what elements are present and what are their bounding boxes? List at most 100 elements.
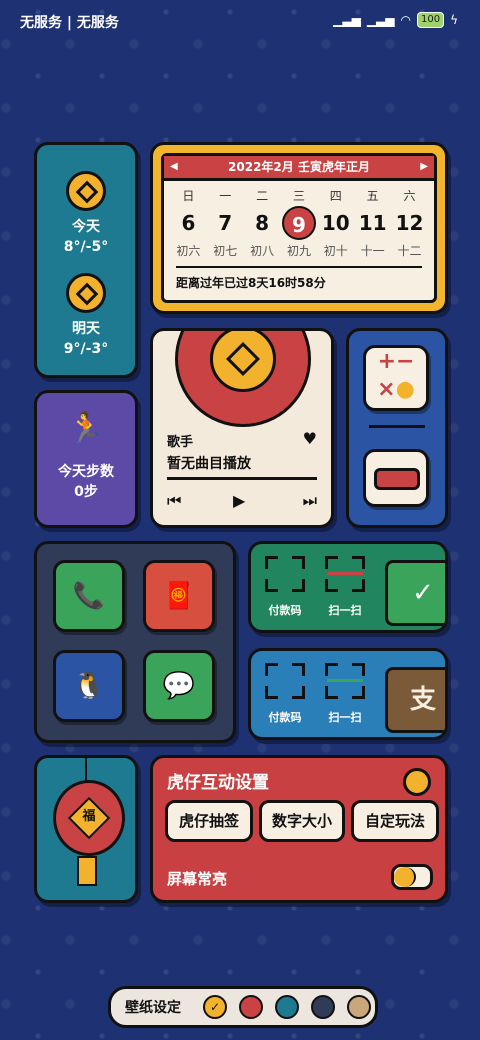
weekday-label: 六 — [403, 189, 416, 203]
lantern-icon: 福 — [53, 780, 125, 856]
color-swatches: ✓ — [203, 995, 371, 1019]
calculator-icon[interactable]: +− ×● — [363, 345, 429, 411]
color-swatch[interactable] — [311, 995, 335, 1019]
calendar-day-column[interactable]: 三 9 初九 — [281, 187, 317, 259]
coin-icon — [210, 331, 276, 392]
steps-widget[interactable]: 🏃 今天步数 0步 — [34, 390, 138, 528]
messages-app-icon[interactable]: 💬 — [143, 650, 215, 722]
day-number: 11 — [358, 211, 387, 235]
today-temp: 8°/-5° — [63, 239, 109, 255]
artist-name: 歌手 — [167, 435, 194, 450]
screen-on-label: 屏幕常亮 — [167, 870, 228, 888]
day-number: 8 — [255, 211, 270, 235]
next-month-icon[interactable]: ▶ — [420, 156, 428, 178]
charging-icon: ϟ — [450, 13, 458, 27]
weather-widget[interactable]: 今天 8°/-5° 明天 9°/-3° — [34, 142, 138, 378]
day-number: 6 — [181, 211, 196, 235]
calendar-day-column[interactable]: 六 12 十二 — [391, 187, 427, 259]
lunar-date: 初九 — [286, 244, 311, 258]
wallpaper-selector: 壁纸设定 ✓ — [108, 986, 378, 1028]
next-track-icon[interactable]: ⏭ — [303, 491, 317, 511]
screen-on-toggle[interactable] — [391, 864, 433, 890]
calendar-day-column[interactable]: 二 8 初八 — [244, 187, 280, 259]
tiger-settings-title: 虎仔互动设置 — [167, 773, 269, 793]
steps-value: 0步 — [74, 484, 98, 500]
custom-play-button[interactable]: 自定玩法 — [351, 800, 439, 842]
lunar-date: 初六 — [176, 244, 201, 258]
qq-app-icon[interactable]: 🐧 — [53, 650, 125, 722]
settings-icon[interactable] — [403, 768, 431, 796]
battery-icon: 100 — [416, 12, 445, 28]
new-year-countdown: 距离过年已过8天16时58分 — [176, 266, 422, 291]
pay-code-icon[interactable] — [265, 556, 305, 592]
tassel — [77, 856, 97, 886]
selected-swatch-checkmark[interactable]: ✓ — [203, 995, 227, 1019]
weekday-label: 三 — [292, 189, 305, 203]
lunar-date: 初八 — [250, 244, 275, 258]
tiger-draw-button[interactable]: 虎仔抽签 — [165, 800, 253, 842]
red-envelope-app-icon[interactable]: 🧧 — [143, 560, 215, 632]
pay-code-label: 付款码 — [268, 711, 302, 724]
steps-label: 今天步数 — [58, 464, 114, 480]
status-bar: 无服务 | 无服务 ▁▃▅ ▁▃▅ ◠ 100 ϟ — [0, 0, 480, 40]
wifi-icon: ◠ — [400, 13, 411, 27]
calendar-day-column[interactable]: 四 10 初十 — [318, 187, 354, 259]
calendar-day-column[interactable]: 五 11 十一 — [355, 187, 391, 259]
day-number: 10 — [321, 211, 350, 235]
tiger-settings-widget[interactable]: 虎仔互动设置 虎仔抽签 数字大小 自定玩法 屏幕常亮 — [150, 755, 448, 903]
scan-label: 扫一扫 — [328, 711, 362, 724]
weekday-label: 一 — [219, 189, 232, 203]
tools-widget[interactable]: +− ×● — [346, 328, 448, 528]
previous-track-icon[interactable]: ⏮ — [167, 491, 181, 511]
coin-icon — [66, 171, 106, 211]
record-disc — [175, 331, 311, 427]
calendar-grid: 日 6 初六一 7 初七二 8 初八三 9 初九四 10 初十五 11 十一六 … — [164, 187, 434, 259]
alipay-wallet-icon[interactable]: 支 — [385, 667, 445, 733]
number-size-button[interactable]: 数字大小 — [259, 800, 345, 842]
calendar-panel: ◀ 2022年2月 壬寅虎年正月 ▶ 日 6 初六一 7 初七二 8 初八三 9… — [161, 153, 437, 303]
lunar-date: 十二 — [397, 244, 422, 258]
today-label: 今天 — [72, 219, 100, 235]
track-name: 暂无曲目播放 — [167, 456, 251, 472]
divider — [369, 425, 425, 428]
wechat-wallet-icon[interactable]: ✓ — [385, 560, 445, 626]
running-person-icon: 🏃 — [67, 411, 105, 446]
color-swatch[interactable] — [275, 995, 299, 1019]
wechat-pay-widget[interactable]: 付款码 扫一扫 ✓ — [248, 541, 448, 633]
phone-app-icon[interactable]: 📞 — [53, 560, 125, 632]
signal-icon: ▁▃▅ — [333, 13, 361, 27]
lunar-date: 初十 — [323, 244, 348, 258]
tomorrow-temp: 9°/-3° — [63, 341, 109, 357]
play-icon[interactable]: ▶ — [233, 491, 245, 510]
lantern-widget[interactable]: 福 — [34, 755, 138, 903]
calendar-day-column[interactable]: 日 6 初六 — [170, 187, 206, 259]
app-grid: 📞 🧧 🐧 💬 — [34, 541, 236, 743]
calendar-header: ◀ 2022年2月 壬寅虎年正月 ▶ — [164, 156, 434, 181]
scan-label: 扫一扫 — [328, 604, 362, 617]
pay-code-label: 付款码 — [268, 604, 302, 617]
prev-month-icon[interactable]: ◀ — [170, 156, 178, 178]
tomorrow-label: 明天 — [72, 321, 100, 337]
lunar-date: 初七 — [213, 244, 238, 258]
scan-icon[interactable] — [325, 556, 365, 592]
lunar-date: 十一 — [360, 244, 385, 258]
color-swatch[interactable] — [347, 995, 371, 1019]
day-number: 7 — [218, 211, 233, 235]
carrier-text: 无服务 | 无服务 — [20, 15, 119, 31]
music-widget[interactable]: 歌手 ♥ 暂无曲目播放 ⏮ ▶ ⏭ — [150, 328, 334, 528]
remote-icon[interactable] — [363, 449, 429, 507]
progress-bar[interactable] — [167, 477, 317, 480]
coin-icon — [66, 273, 106, 313]
calendar-widget[interactable]: ◀ 2022年2月 壬寅虎年正月 ▶ 日 6 初六一 7 初七二 8 初八三 9… — [150, 142, 448, 314]
signal-icon-2: ▁▃▅ — [366, 13, 395, 27]
scan-icon[interactable] — [325, 663, 365, 699]
calendar-day-column[interactable]: 一 7 初七 — [207, 187, 243, 259]
calendar-title: 2022年2月 壬寅虎年正月 — [228, 160, 370, 174]
heart-icon[interactable]: ♥ — [303, 429, 317, 448]
alipay-widget[interactable]: 付款码 扫一扫 支 — [248, 648, 448, 740]
color-swatch[interactable] — [239, 995, 263, 1019]
wallpaper-label: 壁纸设定 — [125, 1000, 181, 1016]
weekday-label: 日 — [182, 189, 195, 203]
weekday-label: 二 — [256, 189, 269, 203]
pay-code-icon[interactable] — [265, 663, 305, 699]
